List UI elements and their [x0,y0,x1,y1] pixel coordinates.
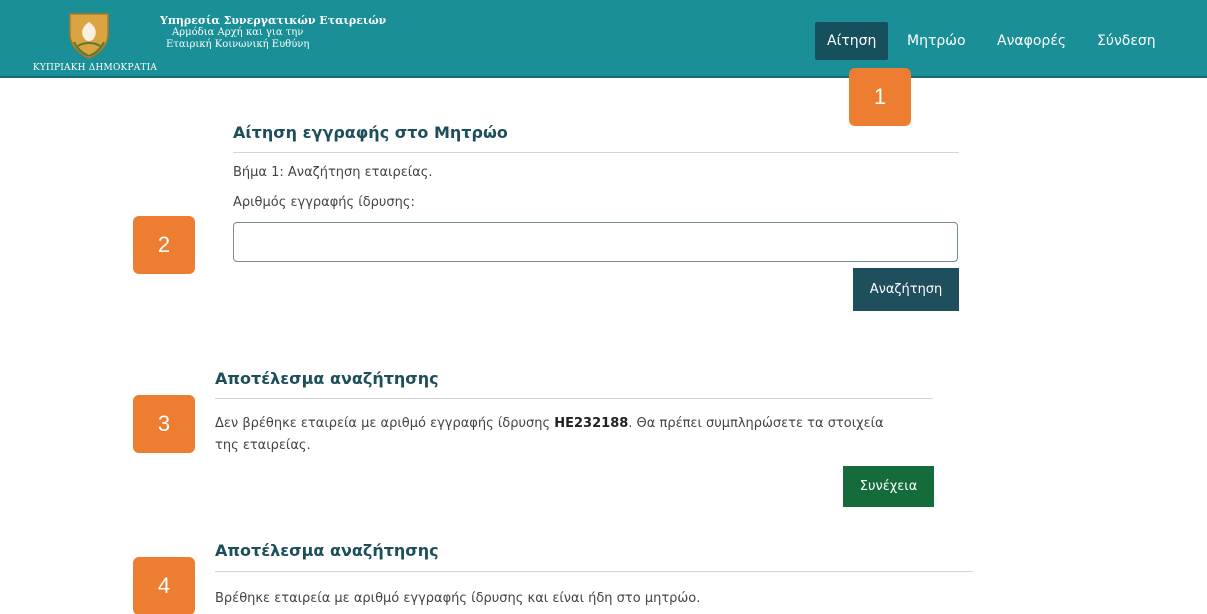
registration-number-label: Αριθμός εγγραφής ίδρυσης: [233,195,415,210]
nav-item-login[interactable]: Σύνδεση [1085,22,1168,60]
nav-item-registry[interactable]: Μητρώο [895,22,978,60]
step-badge-2: 2 [133,216,195,274]
result-title-not-found: Αποτέλεσμα αναζήτησης [215,369,439,388]
form-title: Αίτηση εγγραφής στο Μητρώο [233,123,508,142]
agency-subtitle-line-1: Αρμόδια Αρχή και για την [172,27,304,38]
registration-number-input[interactable] [233,222,958,262]
message-text-before: Δεν βρέθηκε εταιρεία με αριθμό εγγραφής … [215,416,555,431]
nav-item-reports[interactable]: Αναφορές [985,22,1078,60]
agency-name: Υπηρεσία Συνεργατικών Εταιρειών Αρμόδια … [160,15,460,51]
result-divider-not-found [215,398,933,399]
step-text: Βήμα 1: Αναζήτηση εταιρείας. [233,165,433,180]
nav-item-application[interactable]: Αίτηση [815,22,889,60]
message-text-line2: της εταιρείας. [215,438,311,453]
cyprus-logo[interactable]: ΚΥΠΡΙΑΚΗ ΔΗΜΟΚΡΑΤΙΑ [20,10,170,76]
continue-button[interactable]: Συνέχεια [843,466,934,507]
agency-subtitle-line-2: Εταιρική Κοινωνική Ευθύνη [166,39,310,50]
coat-of-arms-icon [69,13,109,59]
site-header: ΚΥΠΡΙΑΚΗ ΔΗΜΟΚΡΑΤΙΑ Υπηρεσία Συνεργατικώ… [0,0,1207,78]
step-badge-3: 3 [133,395,195,453]
search-button[interactable]: Αναζήτηση [853,268,959,311]
registration-number-value: HE232188 [554,416,629,431]
result-message-found: Βρέθηκε εταιρεία με αριθμό εγγραφής ίδρυ… [215,591,701,606]
step-badge-4: 4 [133,557,195,614]
message-text-after: . Θα πρέπει συμπληρώσετε τα στοιχεία [628,416,884,431]
result-title-found: Αποτέλεσμα αναζήτησης [215,541,439,560]
step-badge-1: 1 [849,68,911,126]
logo-caption: ΚΥΠΡΙΑΚΗ ΔΗΜΟΚΡΑΤΙΑ [32,63,158,73]
agency-title: Υπηρεσία Συνεργατικών Εταιρειών [160,14,387,27]
form-divider [233,152,959,153]
result-divider-found [215,571,973,572]
result-message-not-found: Δεν βρέθηκε εταιρεία με αριθμό εγγραφής … [215,413,945,457]
